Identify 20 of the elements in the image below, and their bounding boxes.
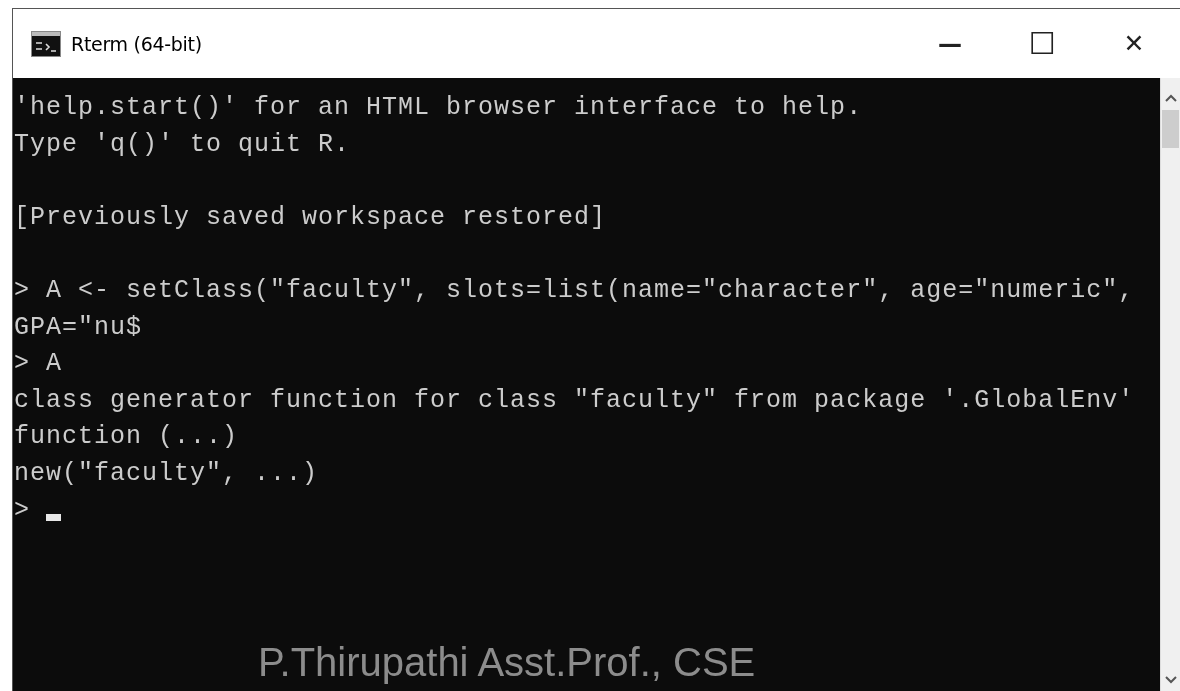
close-button[interactable]: ✕ (1088, 9, 1180, 78)
console-line: Type 'q()' to quit R. (14, 128, 351, 161)
scrollbar[interactable] (1160, 78, 1180, 691)
minimize-button[interactable]: — (904, 9, 996, 78)
console-line: class generator function for class "faculty" from package '.GlobalEnv' (14, 384, 1135, 417)
console-line: > A (14, 348, 62, 381)
console-line: > (14, 494, 30, 527)
terminal-icon (31, 30, 61, 57)
console-line: GPA="nu$ (14, 311, 143, 344)
console-line: 'help.start()' for an HTML browser interface to help. (14, 92, 863, 124)
console-line: > A <- setClass("faculty", slots=list(name="character", age="numeric", (14, 274, 1135, 307)
maximize-button[interactable]: ☐ (996, 9, 1088, 78)
scroll-thumb[interactable] (1162, 110, 1179, 148)
footer-text: P.Thirupathi Asst.Prof., CSE (258, 639, 756, 686)
console-line: function (...) (14, 421, 239, 454)
scroll-down-icon[interactable] (1164, 676, 1177, 684)
console-line: [Previously saved workspace restored] (14, 201, 607, 234)
console-line: new("faculty", ...) (14, 457, 319, 490)
window-title: Rterm (64-bit) (71, 32, 202, 55)
scroll-up-icon[interactable] (1164, 94, 1177, 102)
